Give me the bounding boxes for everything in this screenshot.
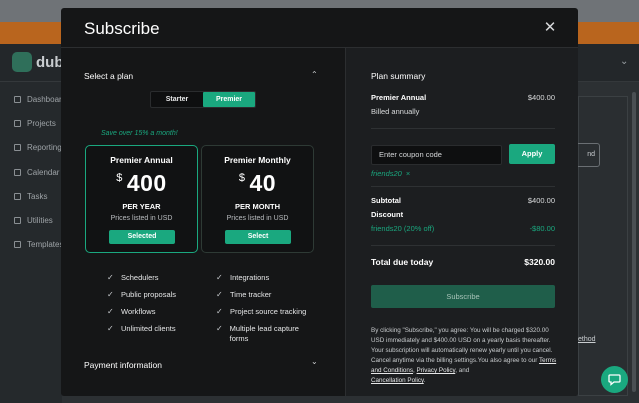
plan-summary-panel: Plan summary Premier Annual $400.00 Bill…	[345, 48, 578, 396]
check-icon: ✓	[216, 273, 223, 282]
check-icon: ✓	[216, 324, 223, 333]
applied-coupon-tag: friends20 ×	[371, 169, 410, 178]
divider	[371, 245, 555, 246]
discount-label: Discount	[371, 210, 404, 219]
feature-item: ✓ Multiple lead capture forms	[216, 324, 299, 343]
utilities-icon	[14, 217, 21, 224]
calendar-icon	[14, 169, 21, 176]
plan-card-monthly[interactable]: Premier Monthly $ 40 PER MONTH Prices li…	[201, 145, 314, 253]
check-icon: ✓	[107, 324, 114, 333]
subscribe-button[interactable]: Subscribe	[371, 285, 555, 308]
summary-plan-row: Premier Annual $400.00	[371, 93, 555, 102]
apply-button[interactable]: Apply	[509, 144, 555, 164]
price-note: Prices listed in USD	[110, 215, 173, 222]
modal-header: Subscribe ✕	[61, 8, 578, 48]
check-icon: ✓	[107, 273, 114, 282]
feature-item: ✓ Time tracker	[216, 290, 272, 299]
plan-toggle: Starter Premier	[150, 91, 256, 108]
subtotal-label: Subtotal	[371, 196, 401, 205]
feature-item: ✓ Project source tracking	[216, 307, 307, 316]
chat-icon	[608, 374, 621, 386]
feature-item: ✓ Integrations	[216, 273, 270, 282]
subscribe-modal: Subscribe ✕ Select a plan ⌃ Starter Prem…	[61, 8, 578, 396]
divider	[371, 128, 555, 129]
cancellation-link[interactable]: Cancellation Policy	[371, 377, 424, 384]
terms-separator: , and	[455, 367, 470, 374]
app-logo-icon	[12, 52, 32, 72]
price-note: Prices listed in USD	[226, 215, 289, 222]
reporting-icon	[14, 144, 21, 151]
total-value: $320.00	[524, 257, 555, 267]
plan-selection-panel: Select a plan ⌃ Starter Premier Save ove…	[61, 48, 345, 396]
price-period: PER MONTH	[235, 202, 280, 211]
terms-notice: By clicking "Subscribe," you agree: You …	[371, 326, 561, 386]
subtotal-value: $400.00	[527, 196, 555, 205]
coupon-input[interactable]: Enter coupon code	[371, 145, 502, 165]
summary-plan-price: $400.00	[527, 93, 555, 102]
applied-coupon-code: friends20	[371, 169, 402, 178]
discount-code: friends20 (20% off)	[371, 224, 435, 233]
price-period: PER YEAR	[122, 202, 161, 211]
check-icon: ✓	[107, 307, 114, 316]
projects-icon	[14, 120, 21, 127]
subtotal-row: Subtotal $400.00	[371, 196, 555, 205]
modal-title: Subscribe	[84, 19, 160, 38]
payment-information-heading[interactable]: Payment information	[84, 360, 162, 370]
plan-name: Premier Annual	[110, 155, 173, 165]
price-amount: 40	[249, 170, 277, 196]
divider	[371, 186, 555, 187]
discount-detail-row: friends20 (20% off) -$80.00	[371, 224, 555, 233]
selected-button[interactable]: Selected	[109, 230, 175, 244]
select-plan-heading: Select a plan	[84, 71, 134, 81]
dashboard-icon	[14, 96, 21, 103]
billing-row: Billed annually	[371, 107, 555, 116]
chevron-down-icon: ⌄	[620, 56, 629, 67]
terms-text: By clicking "Subscribe," you agree: You …	[371, 327, 553, 364]
select-button[interactable]: Select	[225, 230, 291, 244]
tasks-icon	[14, 193, 21, 200]
feature-item: ✓ Public proposals	[107, 290, 177, 299]
tab-premier[interactable]: Premier	[203, 92, 255, 107]
close-icon[interactable]: ✕	[542, 20, 558, 36]
tab-starter[interactable]: Starter	[151, 92, 203, 107]
save-note: Save over 15% a month!	[101, 130, 178, 137]
app-logo-text: dub	[36, 54, 64, 71]
feature-item: ✓ Unlimited clients	[107, 324, 176, 333]
background-link: ethod	[578, 336, 596, 343]
chevron-up-icon[interactable]: ⌃	[311, 70, 318, 79]
background-card	[578, 96, 628, 396]
check-icon: ✓	[216, 307, 223, 316]
terms-end: .	[423, 377, 426, 384]
currency-symbol: $	[116, 172, 123, 184]
total-label: Total due today	[371, 257, 434, 267]
total-row: Total due today $320.00	[371, 257, 555, 267]
price: $ 40	[202, 170, 313, 197]
templates-icon	[14, 241, 21, 248]
chevron-down-icon[interactable]: ⌄	[311, 357, 318, 366]
feature-item: ✓ Workflows	[107, 307, 156, 316]
billing-frequency: Billed annually	[371, 107, 420, 116]
price-amount: 400	[126, 170, 167, 196]
privacy-link[interactable]: Privacy Policy	[417, 367, 456, 374]
scrollbar[interactable]	[632, 92, 636, 392]
price: $ 400	[86, 170, 197, 197]
plan-name: Premier Monthly	[224, 155, 291, 165]
feature-item: ✓ Schedulers	[107, 273, 159, 282]
check-icon: ✓	[107, 290, 114, 299]
plan-summary-heading: Plan summary	[371, 71, 426, 81]
summary-plan-name: Premier Annual	[371, 93, 427, 102]
check-icon: ✓	[216, 290, 223, 299]
chat-button[interactable]	[601, 366, 628, 393]
discount-row: Discount	[371, 210, 555, 219]
currency-symbol: $	[238, 172, 246, 184]
discount-value: -$80.00	[529, 224, 555, 233]
remove-coupon-icon[interactable]: ×	[406, 169, 410, 178]
plan-card-annual[interactable]: Premier Annual $ 400 PER YEAR Prices lis…	[85, 145, 198, 253]
